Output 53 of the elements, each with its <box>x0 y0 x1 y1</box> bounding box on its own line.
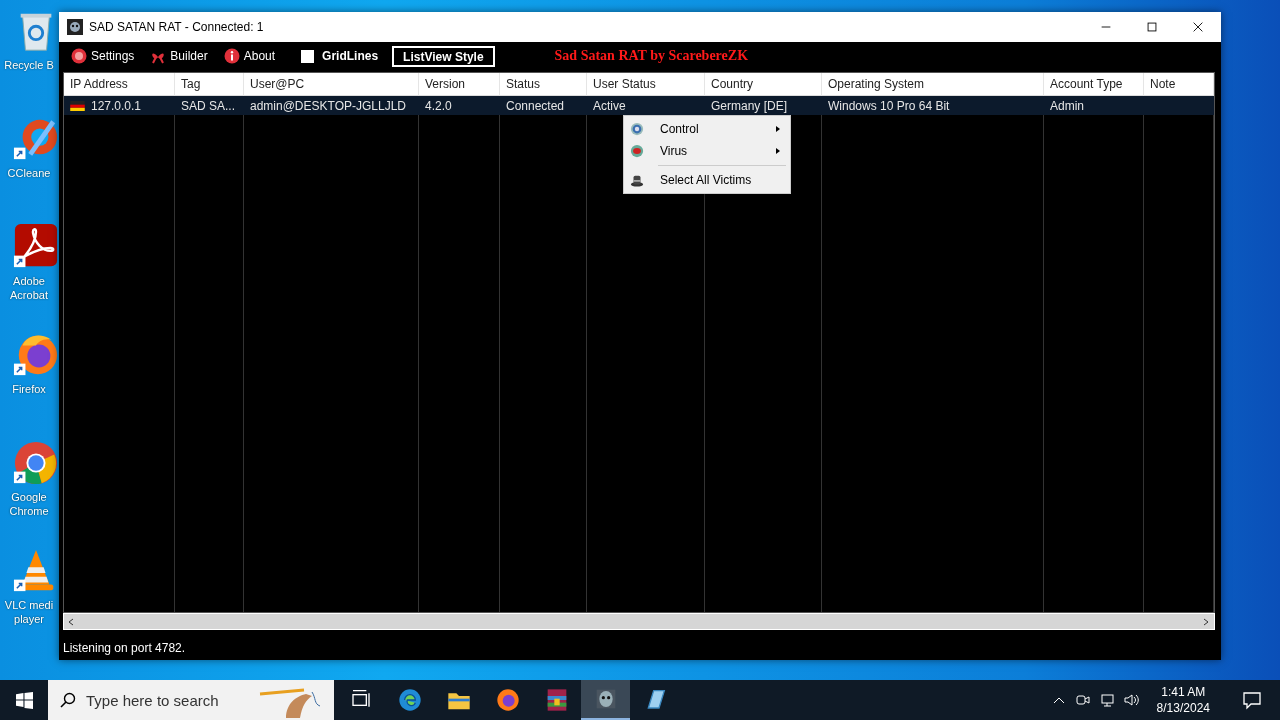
scroll-left-icon[interactable] <box>67 617 75 626</box>
pdf-shortcut-icon[interactable] <box>13 224 59 270</box>
banner-title: Sad Satan RAT by ScarebereZK <box>554 48 748 64</box>
chrome-shortcut-icon[interactable] <box>13 440 59 486</box>
menu-item[interactable]: Control <box>626 118 788 140</box>
info-icon <box>223 48 240 64</box>
table-cell: Active <box>593 98 626 113</box>
toolbar-button[interactable]: Settings <box>65 45 141 67</box>
column-header[interactable]: Country <box>705 73 822 96</box>
network-icon[interactable] <box>1098 692 1115 708</box>
listview-style-button[interactable]: ListView Style <box>392 45 495 67</box>
column-header[interactable]: Account Type <box>1044 73 1144 96</box>
column-header[interactable]: Operating System <box>822 73 1044 96</box>
column-header[interactable]: Status <box>500 73 587 96</box>
speech-bubble-icon <box>1242 690 1262 710</box>
close-icon <box>1191 20 1205 34</box>
column-header[interactable]: Tag <box>175 73 244 96</box>
horizontal-scrollbar[interactable] <box>63 613 1215 630</box>
menu-item[interactable]: Virus <box>626 140 788 162</box>
table-cell: Germany [DE] <box>711 98 788 113</box>
toolbar-button[interactable]: Builder <box>144 45 214 67</box>
windows-logo-icon <box>15 691 33 709</box>
camera-icon[interactable] <box>1074 692 1091 708</box>
hat-icon <box>630 173 644 187</box>
scroll-right-icon[interactable] <box>1202 617 1210 626</box>
table-cell: Connected <box>506 98 565 113</box>
gridlines-checkbox[interactable]: GridLines <box>301 49 379 63</box>
search-icon <box>60 692 76 708</box>
app-icon <box>67 19 83 35</box>
browser-icon <box>397 688 422 712</box>
firefox-icon <box>495 688 520 712</box>
toolbar-button[interactable]: About <box>217 45 282 67</box>
column-header[interactable]: Version <box>419 73 500 96</box>
column-header[interactable]: Note <box>1144 73 1214 96</box>
table-cell: 127.0.0.1 <box>91 98 142 113</box>
table-cell: Admin <box>1050 98 1084 113</box>
table-cell: admin@DESKTOP-JGLLJLD <box>250 98 406 113</box>
table-cell: SAD SA... <box>181 98 236 113</box>
menu-item[interactable]: Select All Victims <box>626 169 788 191</box>
table-cell: Windows 10 Pro 64 Bit <box>828 98 950 113</box>
table-cell: 4.2.0 <box>425 98 452 113</box>
column-header[interactable]: User Status <box>587 73 705 96</box>
volume-icon[interactable] <box>1122 692 1139 708</box>
column-header[interactable]: User@PC <box>244 73 419 96</box>
window-title: SAD SATAN RAT - Connected: 1 <box>89 20 265 34</box>
clock[interactable]: 1:41 AM 8/13/2024 <box>1150 683 1216 717</box>
selected-table-row[interactable]: 127.0.0.1 SAD SA... admin@DESKTOP-JGLLJLD 4.2.0 Connected Active Germany [DE] Windows 10 Pro 64 Bit Admin <box>64 96 1214 115</box>
ball-icon <box>630 144 644 158</box>
maximize-icon <box>1145 20 1159 34</box>
flag-icon <box>70 100 85 111</box>
gear-icon <box>630 122 644 136</box>
column-header[interactable]: IP Address <box>64 73 175 96</box>
status-text: Listening on port 4782. <box>62 640 187 657</box>
